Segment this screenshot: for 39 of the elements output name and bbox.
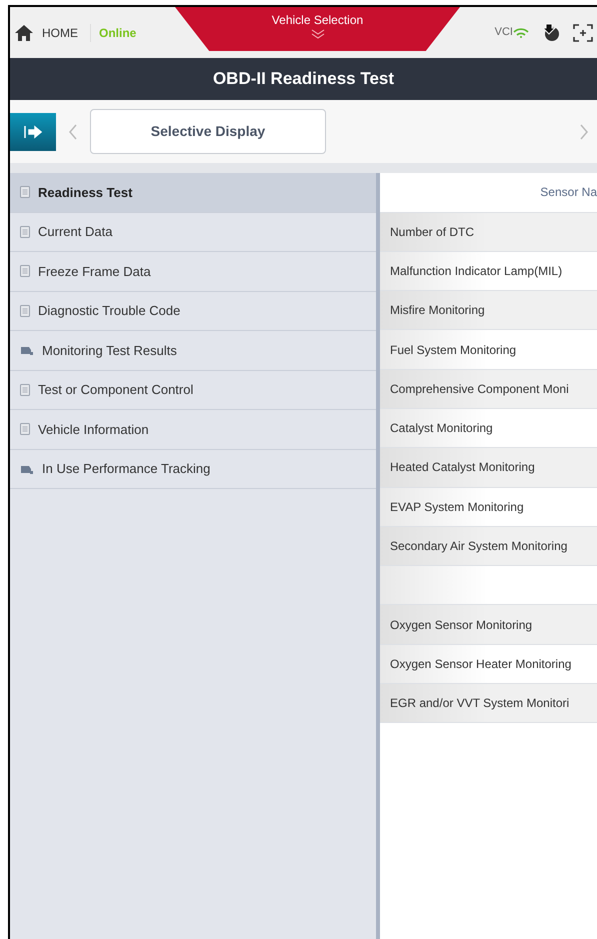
document-icon — [20, 186, 30, 198]
sensor-name: Oxygen Sensor Monitoring — [390, 616, 532, 634]
wifi-icon — [513, 28, 529, 38]
exit-button[interactable] — [10, 112, 56, 150]
selective-display-button[interactable]: Selective Display — [90, 109, 326, 154]
document-icon — [20, 423, 30, 436]
page-title: OBD-II Readiness Test — [212, 68, 394, 90]
sensor-name: Fuel System Monitoring — [390, 342, 516, 359]
home-icon[interactable] — [14, 24, 34, 42]
connection-status: Online — [90, 24, 136, 42]
sidebar-item[interactable]: Readiness Test — [10, 173, 376, 212]
chevron-down-icon — [310, 29, 324, 39]
sidebar-item[interactable]: Freeze Frame Data — [10, 252, 376, 292]
home-label[interactable]: HOME — [42, 24, 78, 42]
document-icon — [20, 265, 30, 278]
sensor-name: EVAP System Monitoring — [390, 498, 524, 516]
sidebar-item[interactable]: Test or Component Control — [10, 370, 376, 410]
sensor-name: Misfire Monitoring — [390, 302, 485, 320]
exit-arrow-icon — [23, 124, 43, 138]
sidebar-item[interactable]: In Use Performance Tracking — [10, 450, 376, 489]
fullscreen-icon[interactable] — [573, 24, 593, 42]
sensor-name: Number of DTC — [390, 224, 474, 241]
sensor-name: Catalyst Monitoring — [390, 420, 493, 438]
sensor-name: Malfunction Indicator Lamp(MIL) — [390, 262, 562, 280]
document-icon — [20, 226, 30, 238]
sidebar-item[interactable]: Vehicle Information — [10, 410, 376, 450]
vehicle-selection-tab[interactable]: Vehicle Selection — [175, 7, 460, 51]
sensor-name: EGR and/or VVT System Monitori — [390, 695, 570, 712]
sensor-name: Comprehensive Component Moni — [390, 380, 569, 398]
sensor-name: Heated Catalyst Monitoring — [390, 459, 535, 476]
document-icon — [20, 384, 30, 396]
vci-label: VCI — [494, 25, 513, 40]
sidebar-item[interactable]: Monitoring Test Results — [10, 331, 376, 370]
document-icon — [20, 304, 30, 317]
sidebar-item[interactable]: Current Data — [10, 212, 376, 252]
sensor-name: Oxygen Sensor Heater Monitoring — [390, 656, 572, 673]
sidebar-item[interactable]: Diagnostic Trouble Code — [10, 292, 376, 331]
column-header: Sensor Na — [540, 184, 597, 202]
sensor-name: Secondary Air System Monitoring — [390, 538, 568, 556]
